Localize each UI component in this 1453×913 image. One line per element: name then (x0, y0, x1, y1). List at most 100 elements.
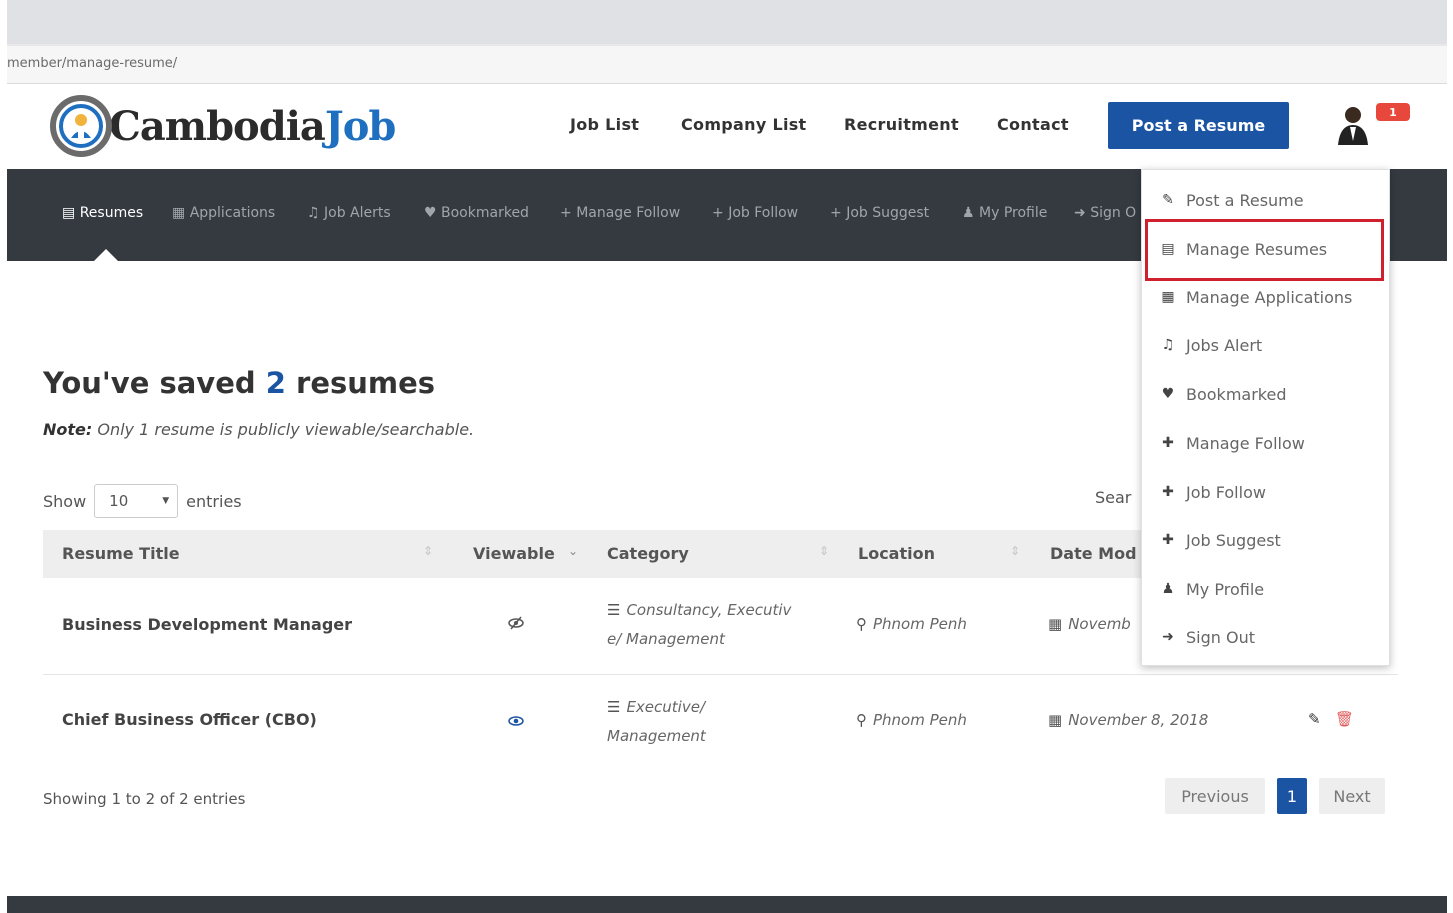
nav-recruitment[interactable]: Recruitment (844, 115, 959, 134)
subnav-applications[interactable]: ▦ Applications (172, 205, 275, 221)
sort-desc-icon[interactable]: ⌄ (568, 544, 578, 558)
post-resume-button[interactable]: Post a Resume (1108, 102, 1289, 149)
url-text[interactable]: member/manage-resume/ (7, 56, 177, 71)
menu-label: My Profile (1186, 579, 1265, 599)
user-avatar[interactable] (1330, 101, 1376, 147)
menu-manage-follow[interactable]: ✚ Manage Follow (1142, 419, 1391, 467)
plus-icon: + (560, 205, 577, 221)
page-title: You've saved 2 resumes (43, 366, 435, 400)
menu-my-profile[interactable]: ♟ My Profile (1142, 565, 1391, 613)
list-icon: ☰ (607, 698, 621, 716)
menu-label: Bookmarked (1186, 384, 1287, 404)
category: ☰ Consultancy, Executiv e/ Management (607, 596, 837, 654)
next-button[interactable]: Next (1319, 778, 1385, 814)
col-viewable[interactable]: Viewable (473, 544, 555, 563)
logo[interactable]: CambodiaJob (47, 91, 397, 161)
calendar-icon: ▦ (1048, 615, 1063, 633)
category: ☰ Executive/ Management (607, 693, 837, 751)
plus-icon: + (712, 205, 729, 221)
category-line1: Consultancy, Executiv (626, 601, 792, 619)
subnav-sign-out[interactable]: ➜ Sign O (1074, 205, 1136, 221)
heart-icon: ♥ (424, 205, 442, 221)
sort-icon[interactable]: ⇕ (1010, 544, 1020, 558)
map-marker-icon: ⚲ (856, 711, 867, 729)
date-modified: ▦ Novemb (1048, 610, 1131, 639)
browser-address-bar[interactable]: member/manage-resume/ (7, 44, 1447, 84)
table-header: Resume Title ⇕ Viewable ⌄ Category ⇕ Loc… (43, 530, 1153, 578)
menu-post-resume[interactable]: ✎ Post a Resume (1142, 176, 1391, 224)
calendar-icon: ▦ (1048, 711, 1063, 729)
nav-job-list[interactable]: Job List (570, 115, 639, 134)
location: ⚲ Phnom Penh (856, 610, 967, 639)
category-line2: Management (607, 727, 706, 745)
sort-icon[interactable]: ⇕ (819, 544, 829, 558)
subnav-job-follow[interactable]: + Job Follow (712, 205, 798, 221)
highlight-box (1145, 219, 1384, 281)
menu-job-follow[interactable]: ✚ Job Follow (1142, 468, 1391, 516)
category-line1: Executive/ (626, 698, 705, 716)
active-caret (94, 249, 118, 261)
menu-sign-out[interactable]: ➜ Sign Out (1142, 613, 1391, 661)
eye-icon[interactable] (508, 712, 524, 731)
menu-job-suggest[interactable]: ✚ Job Suggest (1142, 516, 1391, 564)
date-text: Novemb (1068, 615, 1131, 633)
menu-bookmarked[interactable]: ♥ Bookmarked (1142, 370, 1391, 418)
menu-label: Job Suggest (1186, 530, 1281, 550)
eye-slash-icon[interactable] (508, 615, 524, 634)
heart-icon: ♥ (1161, 386, 1175, 402)
logo-text-accent: Job (324, 102, 397, 150)
edit-icon: ✎ (1162, 192, 1174, 208)
date-modified: ▦ November 8, 2018 (1048, 706, 1208, 735)
user-icon: ♟ (962, 205, 980, 221)
col-location[interactable]: Location (858, 544, 935, 563)
previous-button[interactable]: Previous (1165, 778, 1265, 814)
subnav-bookmarked[interactable]: ♥ Bookmarked (424, 205, 529, 221)
pagination-info: Showing 1 to 2 of 2 entries (43, 790, 246, 808)
note-text: Only 1 resume is publicly viewable/searc… (97, 420, 475, 439)
list-icon: ▦ (1161, 289, 1175, 305)
file-icon: ▤ (62, 205, 80, 221)
subnav-resumes[interactable]: ▤ Resumes (62, 205, 143, 221)
table-row: Chief Business Officer (CBO) ☰ Executive/… (43, 675, 1398, 768)
subnav-job-alerts[interactable]: ♫ Job Alerts (307, 205, 391, 221)
col-date-modified[interactable]: Date Mod (1050, 544, 1137, 563)
sort-icon[interactable]: ⇕ (423, 544, 433, 558)
user-icon: ♟ (1161, 581, 1175, 597)
page: member/manage-resume/ CambodiaJob Job Li… (0, 0, 1453, 913)
resume-title[interactable]: Business Development Manager (62, 615, 352, 634)
location-text: Phnom Penh (873, 615, 967, 633)
location: ⚲ Phnom Penh (856, 706, 967, 735)
resume-title[interactable]: Chief Business Officer (CBO) (62, 710, 317, 729)
subnav-label: Applications (189, 205, 276, 221)
plus-icon: ✚ (1162, 532, 1174, 548)
page-1-button[interactable]: 1 (1277, 778, 1307, 814)
entries-select[interactable]: 10 ▼ (94, 484, 179, 518)
col-resume-title[interactable]: Resume Title (62, 544, 180, 563)
subnav-label: Resumes (79, 205, 144, 221)
subnav-my-profile[interactable]: ♟ My Profile (962, 205, 1047, 221)
logo-icon (47, 92, 115, 160)
title-suffix: resumes (296, 366, 436, 400)
bell-icon: ♫ (1161, 337, 1175, 353)
footer (7, 896, 1447, 913)
menu-label: Sign Out (1186, 627, 1255, 647)
menu-label: Job Follow (1186, 482, 1266, 502)
logo-text-main: Cambodia (109, 102, 326, 150)
notification-badge[interactable]: 1 (1376, 103, 1410, 121)
logo-text: CambodiaJob (109, 102, 397, 150)
browser-tab-strip (7, 0, 1447, 44)
trash-icon[interactable]: 🗑 (1335, 710, 1354, 728)
entries-value: 10 (109, 492, 129, 510)
note-label: Note: (43, 420, 93, 439)
nav-company-list[interactable]: Company List (681, 115, 807, 134)
entries-label: entries (186, 491, 242, 511)
col-category[interactable]: Category (607, 544, 689, 563)
subnav-job-suggest[interactable]: + Job Suggest (830, 205, 929, 221)
menu-jobs-alert[interactable]: ♫ Jobs Alert (1142, 321, 1391, 369)
subnav-manage-follow[interactable]: + Manage Follow (560, 205, 680, 221)
search-label: Sear (1095, 488, 1132, 507)
nav-contact[interactable]: Contact (997, 115, 1069, 134)
site-header: CambodiaJob Job List Company List Recrui… (7, 85, 1447, 169)
menu-label: Jobs Alert (1186, 335, 1263, 355)
edit-icon[interactable]: ✎ (1308, 710, 1321, 728)
